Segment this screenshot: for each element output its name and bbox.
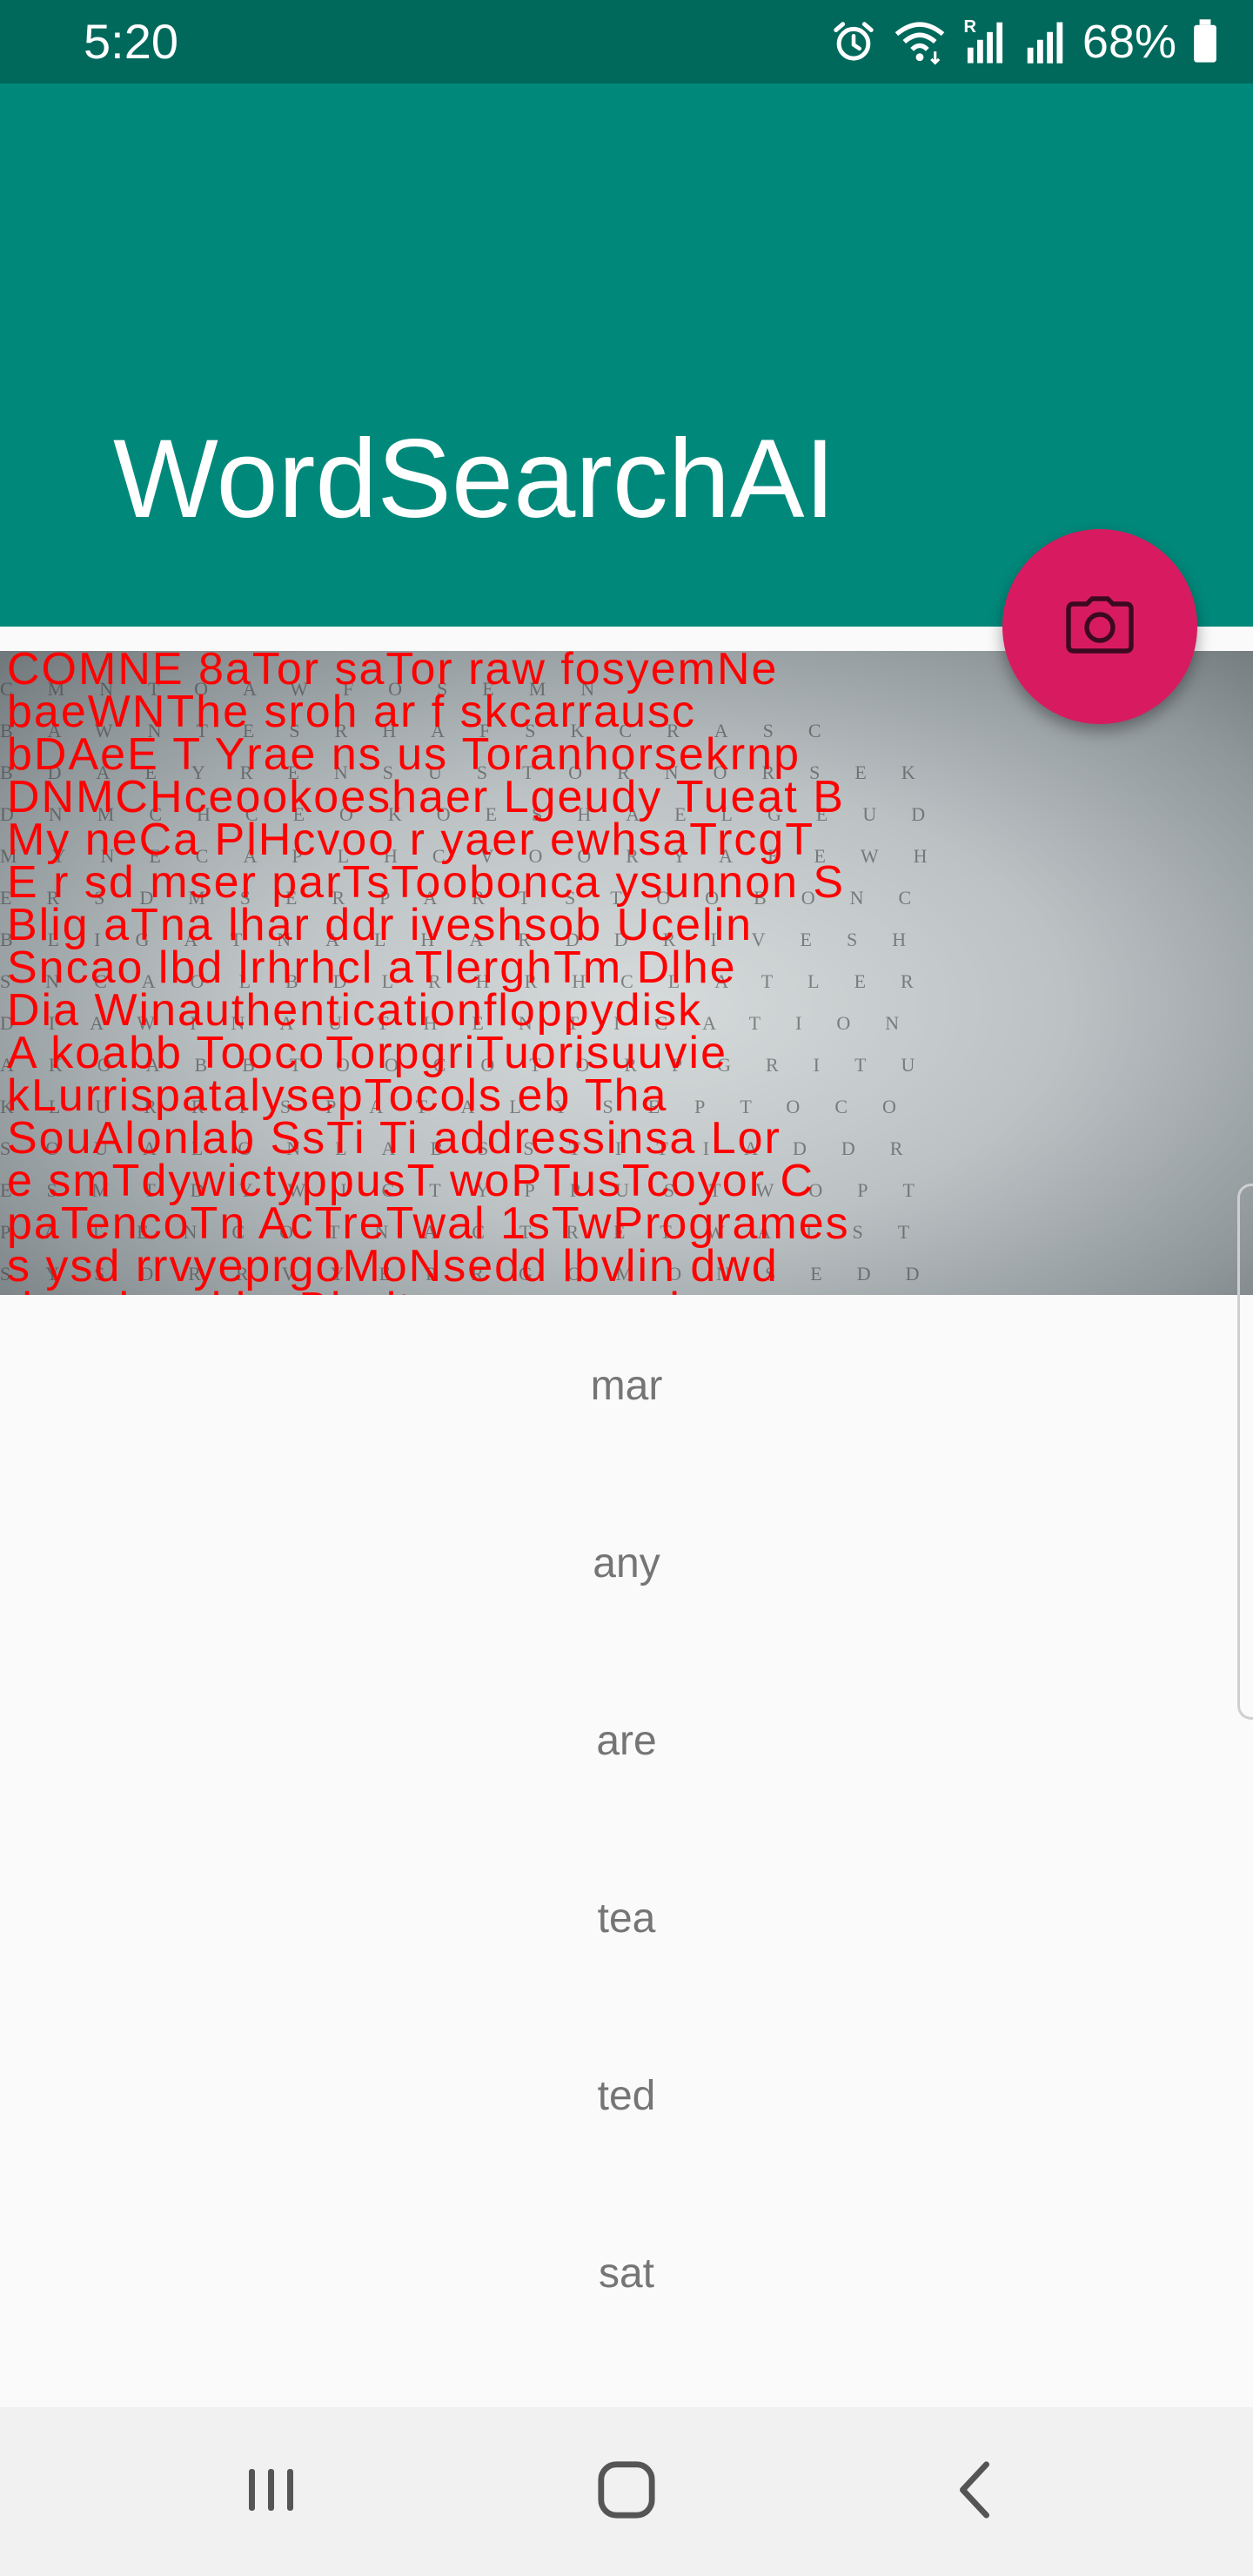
ocr-text-line: bDAeE T Yrae ns us Toranhorsekrnp (7, 729, 801, 780)
recents-icon (244, 2462, 299, 2522)
camera-button[interactable] (1002, 529, 1197, 724)
navigation-bar (0, 2407, 1253, 2576)
svg-text:R: R (963, 17, 976, 37)
status-icons: R 68% (830, 12, 1218, 71)
ocr-text-line: dra aby ekinsBioritrprvsor acs ismc (7, 1286, 1253, 1295)
status-time: 5:20 (84, 14, 178, 69)
scanned-puzzle-image: CMNTOAWFOSEMN BAWNTESRHAFSKCRASC BDAEYRENS… (0, 651, 1253, 1295)
word-list-item[interactable]: mar (0, 1297, 1253, 1474)
word-list-item[interactable]: any (0, 1474, 1253, 1652)
ocr-text-line: Blig aTna lhar ddr iveshsob Ucelin (7, 900, 754, 950)
alarm-icon (830, 18, 877, 65)
ocr-text-line: s ysd rrvyeprgoMoNsedd lbvlin dwd (7, 1241, 779, 1291)
app-title: WordSearchAI (113, 417, 835, 541)
recents-button[interactable] (167, 2407, 376, 2576)
ocr-text-line: Sncao lbd lrhrhcl aTlerghTm Dlhe (7, 943, 737, 993)
back-icon (954, 2459, 995, 2525)
word-list: mar any are tea ted sat (0, 1297, 1253, 2362)
scroll-edge-indicator (1237, 1184, 1253, 1720)
back-button[interactable] (870, 2407, 1079, 2576)
word-list-item[interactable]: tea (0, 1829, 1253, 2007)
ocr-text-line: kLurrispatalysepTocols eb Tha (7, 1070, 668, 1121)
home-button[interactable] (522, 2407, 731, 2576)
ocr-text-line: DNMCHceookoeshaer Lgeudy Tueat B (7, 772, 845, 822)
ocr-text-line: e smTdywictyppusT woPTusTcoyor C (7, 1156, 815, 1206)
camera-icon (1066, 595, 1134, 658)
ocr-text-line: SouAlonlab SsTi Ti addressinsa Lor (7, 1113, 781, 1164)
ocr-text-line: paTencoTn AcTreTwal 1sTwProgrames (7, 1198, 850, 1249)
word-list-item[interactable]: sat (0, 2184, 1253, 2362)
word-list-item[interactable]: ted (0, 2007, 1253, 2184)
signal-icon (1023, 18, 1067, 65)
word-list-item[interactable]: are (0, 1652, 1253, 1829)
ocr-text-line: Dia Winauthenticationfloppydisk (7, 985, 703, 1036)
battery-icon (1192, 19, 1218, 64)
battery-percent: 68% (1082, 16, 1176, 68)
home-icon (596, 2459, 657, 2525)
ocr-overlay: COMNE 8aTor saTor raw fosyemNe baeWNThe s… (7, 651, 1253, 1295)
signal-roaming-icon: R (962, 17, 1008, 67)
wifi-icon (893, 18, 947, 65)
ocr-text-line: A koabb ToocoTorpgriTuorisuuvie (7, 1028, 728, 1078)
status-bar: 5:20 R 68% (0, 0, 1253, 84)
ocr-text-line: My neCa PlHcvoo r yaer ewhsaTrcgT (7, 815, 815, 865)
ocr-text-line: E r sd mser parTsToobonca ysunnon S (7, 857, 846, 908)
